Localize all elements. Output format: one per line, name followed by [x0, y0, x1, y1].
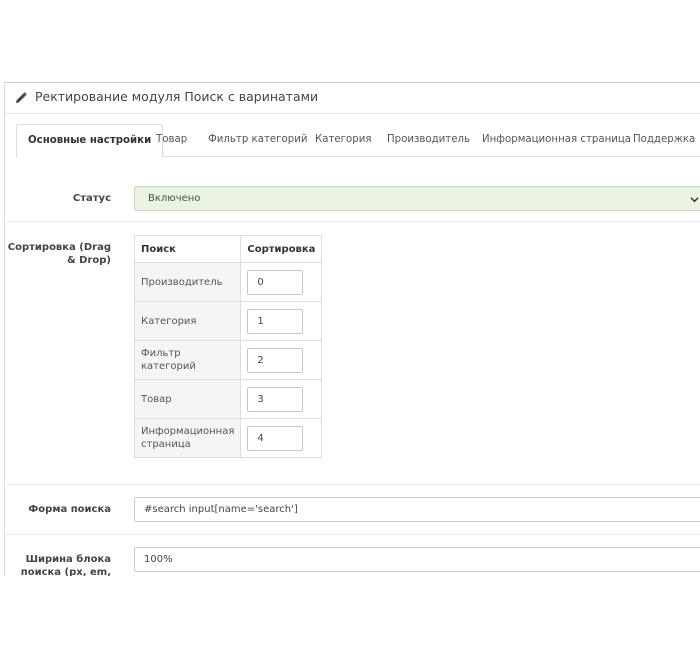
table-row[interactable]: Товар 3 — [133, 379, 323, 419]
panel-title: Ректирование модуля Поиск с варинатами — [35, 89, 319, 104]
block-width-label: Ширина блока поиска (px, em, %) — [20, 554, 111, 576]
tab-information-page[interactable]: Информационная страница — [482, 124, 631, 155]
status-selected-value: Включено — [148, 193, 201, 204]
sort-order-input[interactable]: 4 — [247, 425, 304, 451]
panel-heading: Ректирование модуля Поиск с варинатами — [5, 83, 700, 114]
table-row[interactable]: Производитель 0 — [133, 262, 323, 302]
search-form-input[interactable]: #search input[name='search'] — [134, 497, 700, 522]
tab-support[interactable]: Поддержка — [633, 124, 695, 155]
sort-order-input[interactable]: 3 — [247, 386, 304, 412]
table-row[interactable]: Информационная страница 4 — [133, 418, 323, 458]
tab-manufacturer[interactable]: Производитель — [387, 124, 470, 155]
tab-main-settings[interactable]: Основные настройки — [16, 124, 164, 158]
row-name: Товар — [133, 379, 242, 419]
row-name: Информационная страница — [133, 418, 242, 458]
row-name: Категория — [133, 301, 242, 341]
row-name: Производитель — [133, 262, 242, 302]
table-row[interactable]: Категория 1 — [133, 301, 323, 341]
tab-category-filter[interactable]: Фильтр категорий — [208, 124, 307, 155]
table-row[interactable]: Фильтр категорий 2 — [133, 340, 323, 380]
row-name: Фильтр категорий — [133, 340, 242, 380]
tabs-bar: Основные настройки Товар Фильтр категори… — [16, 124, 700, 158]
tab-category[interactable]: Категория — [315, 124, 371, 155]
sorting-label: Сортировка (Drag & Drop) — [7, 242, 111, 266]
sorting-table: Поиск Сортировка Производитель 0 Категор… — [133, 235, 323, 458]
pencil-icon — [16, 92, 27, 103]
chevron-down-icon — [690, 197, 699, 203]
column-header-sort: Сортировка — [240, 235, 323, 263]
divider — [5, 534, 700, 535]
sort-order-input[interactable]: 0 — [247, 269, 304, 295]
divider — [5, 221, 700, 222]
status-label: Статус — [72, 193, 111, 204]
search-form-label: Форма поиска — [28, 504, 111, 515]
column-header-search: Поиск — [133, 235, 242, 263]
block-width-input[interactable]: 100% — [134, 547, 700, 572]
module-edit-panel: Ректирование модуля Поиск с варинатами О… — [4, 82, 700, 576]
status-select[interactable]: Включено — [134, 186, 700, 211]
tab-product[interactable]: Товар — [156, 124, 187, 155]
sort-order-input[interactable]: 2 — [247, 347, 304, 373]
sort-order-input[interactable]: 1 — [247, 308, 304, 334]
divider — [5, 484, 700, 485]
